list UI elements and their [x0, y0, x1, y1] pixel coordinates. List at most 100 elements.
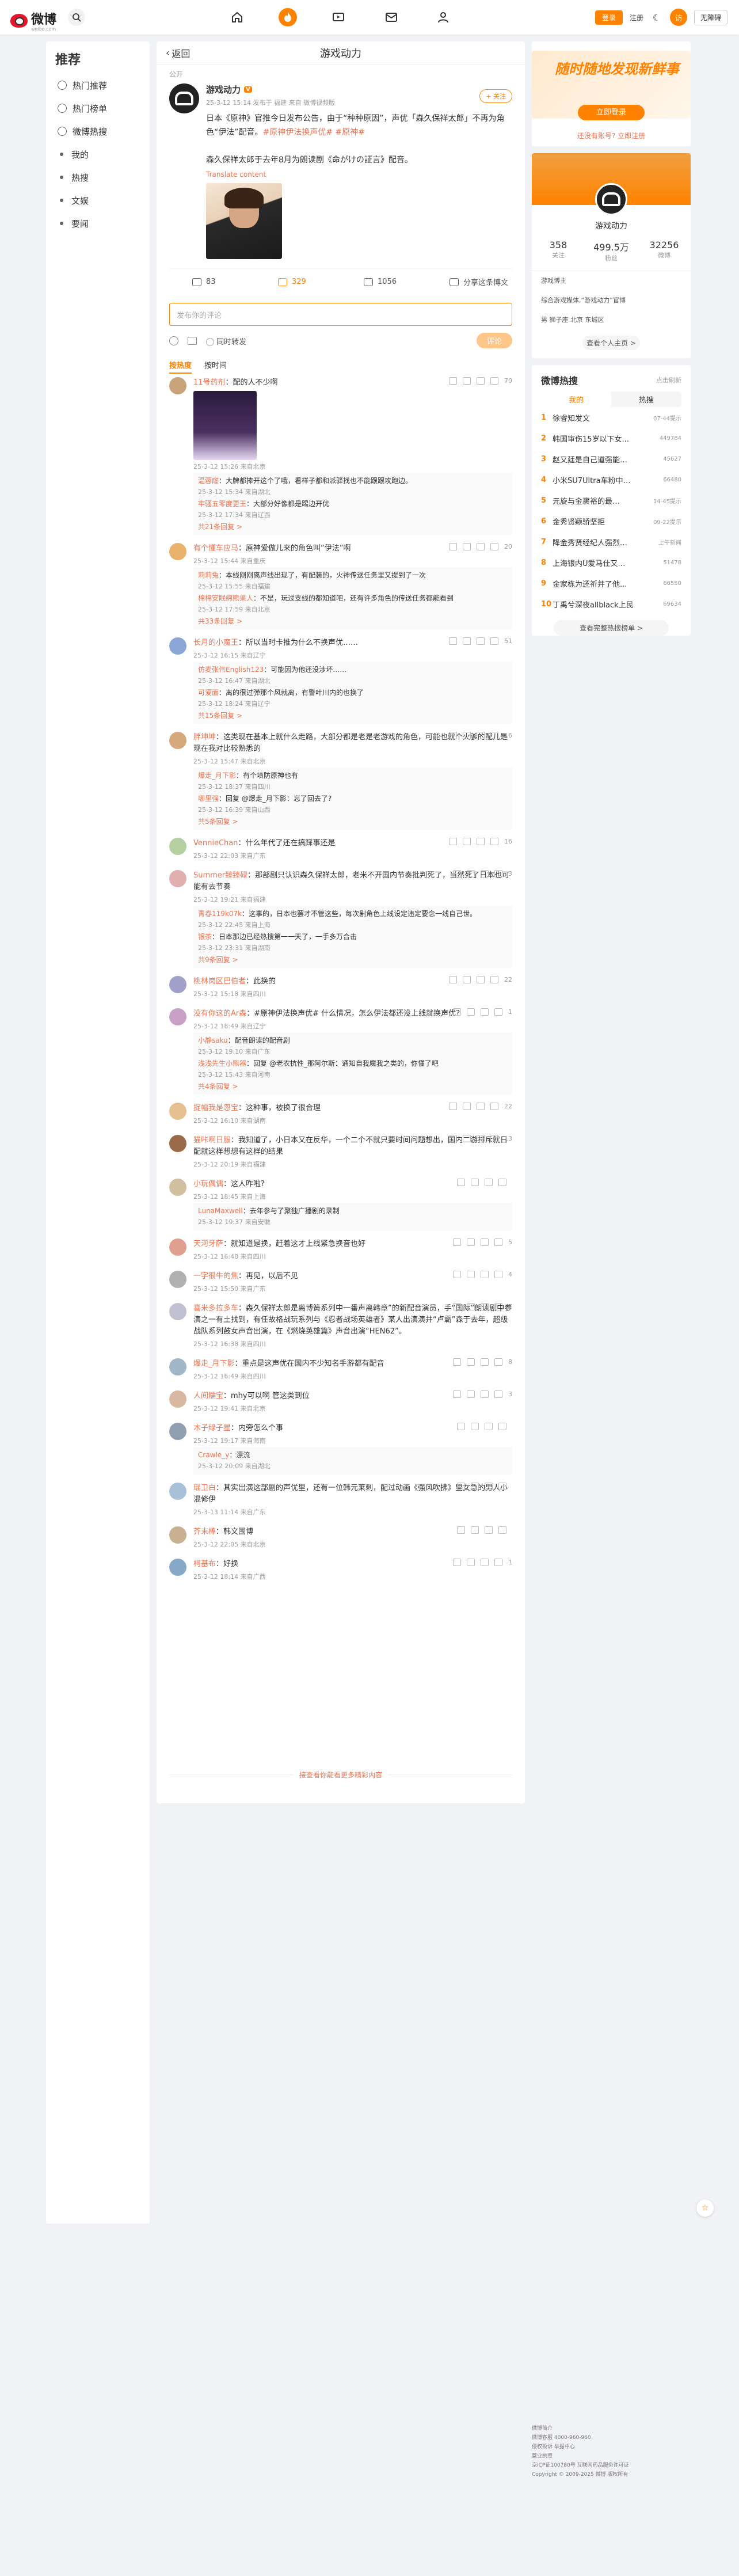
- footer-line[interactable]: 侵权投诉 举报中心: [532, 2442, 693, 2452]
- post-hashtags[interactable]: #原神伊法换声优# #原神#: [263, 128, 365, 137]
- comment-icon[interactable]: [485, 1179, 493, 1186]
- comment-author[interactable]: 小玩偶偶: [193, 1180, 223, 1188]
- report-icon[interactable]: [453, 1303, 461, 1310]
- comment-author[interactable]: 柯基布: [193, 1560, 216, 1568]
- reply-author[interactable]: Crawle_y: [198, 1451, 229, 1459]
- image-icon[interactable]: [188, 337, 197, 345]
- comment-icon[interactable]: [477, 543, 485, 550]
- comment-avatar[interactable]: [169, 543, 186, 560]
- thumbs-up-icon[interactable]: [498, 1423, 506, 1430]
- report-icon[interactable]: [449, 543, 457, 550]
- comment-icon[interactable]: [477, 1103, 485, 1110]
- emoji-icon[interactable]: [169, 336, 178, 345]
- forward-icon[interactable]: [467, 1358, 475, 1366]
- comment-avatar[interactable]: [169, 1103, 186, 1120]
- comment-icon[interactable]: [481, 1559, 489, 1566]
- login-now-button[interactable]: 立即登录: [577, 105, 645, 120]
- nav-hot[interactable]: [279, 8, 297, 26]
- sidebar-item-hot-list[interactable]: 热门榜单: [46, 97, 150, 120]
- thumbs-up-icon[interactable]: [494, 1358, 502, 1366]
- report-icon[interactable]: [449, 1103, 457, 1110]
- hot-search-item[interactable]: 8 上海银内U爱马仕又… 51478: [532, 552, 691, 573]
- comment-author[interactable]: 捉幅我是忽宝: [193, 1104, 238, 1112]
- stat-following[interactable]: 358 关注: [532, 240, 585, 263]
- comment-avatar[interactable]: [169, 732, 186, 749]
- tab-sort-time[interactable]: 按时间: [204, 359, 227, 374]
- thumbs-up-icon[interactable]: [490, 838, 498, 845]
- comment-icon[interactable]: [485, 1483, 493, 1490]
- like-button[interactable]: 1056: [341, 278, 426, 286]
- thumbs-up-icon[interactable]: [490, 1135, 498, 1142]
- forward-icon[interactable]: [463, 1103, 471, 1110]
- thumbs-up-icon[interactable]: [490, 377, 498, 385]
- thumbs-up-icon[interactable]: [494, 1390, 502, 1398]
- tab-mine[interactable]: 我的: [541, 392, 611, 407]
- register-prompt[interactable]: 还没有账号? 立即注册: [532, 131, 691, 140]
- post-author-name[interactable]: 游戏动力: [206, 83, 241, 96]
- forward-icon[interactable]: [463, 637, 471, 645]
- more-replies-link[interactable]: 共9条回复 >: [198, 954, 508, 966]
- report-icon[interactable]: [457, 1483, 465, 1490]
- tab-hot-search[interactable]: 热搜: [611, 392, 681, 407]
- comment-author[interactable]: 瑶卫白: [193, 1484, 216, 1492]
- forward-icon[interactable]: [463, 976, 471, 983]
- forward-icon[interactable]: [467, 1303, 475, 1310]
- thumbs-up-icon[interactable]: [494, 1271, 502, 1278]
- reply-author[interactable]: 青春119k07k: [198, 910, 242, 918]
- translate-link[interactable]: Translate content: [206, 170, 512, 178]
- comment-avatar[interactable]: [169, 1135, 186, 1152]
- comment-icon[interactable]: [481, 1358, 489, 1366]
- reply-author[interactable]: 爆走_月下影: [198, 772, 236, 780]
- hot-search-item[interactable]: 6 金秀贤颖骄坚拒 09-22提示: [532, 511, 691, 531]
- comment-avatar[interactable]: [169, 1008, 186, 1025]
- nav-home[interactable]: [228, 8, 246, 26]
- comment-icon[interactable]: [477, 377, 485, 385]
- comment-author[interactable]: 猫咔啊日服: [193, 1136, 231, 1145]
- comment-author[interactable]: 爆走_月下影: [193, 1359, 235, 1368]
- more-replies-link[interactable]: 共33条回复 >: [198, 615, 508, 627]
- thumbs-up-icon[interactable]: [498, 1526, 506, 1534]
- comment-icon[interactable]: [481, 1271, 489, 1278]
- comment-avatar[interactable]: [169, 377, 186, 394]
- avatar[interactable]: 访: [669, 9, 687, 26]
- comment-avatar[interactable]: [169, 976, 186, 993]
- comment-author[interactable]: 没有你这的Ar森: [193, 1009, 246, 1018]
- comment-avatar[interactable]: [169, 1271, 186, 1288]
- comment-author[interactable]: 长月的小魔王: [193, 639, 238, 647]
- tab-sort-hot[interactable]: 按热度: [169, 359, 192, 374]
- register-link[interactable]: 注册: [630, 13, 643, 22]
- forward-icon[interactable]: [471, 1483, 479, 1490]
- report-icon[interactable]: [453, 1238, 461, 1246]
- more-replies-link[interactable]: 共21条回复 >: [198, 521, 508, 533]
- forward-icon[interactable]: [463, 732, 471, 739]
- reply-author[interactable]: 小静saku: [198, 1036, 228, 1044]
- comment-author[interactable]: 芥末棒: [193, 1528, 216, 1536]
- nav-profile[interactable]: [434, 8, 452, 26]
- report-icon[interactable]: [457, 1179, 465, 1186]
- comment-author[interactable]: 木子绿子星: [193, 1424, 231, 1433]
- comment-avatar[interactable]: [169, 1303, 186, 1320]
- comment-icon[interactable]: [485, 1526, 493, 1534]
- forward-icon[interactable]: [467, 1559, 475, 1566]
- comment-icon[interactable]: [481, 1238, 489, 1246]
- forward-icon[interactable]: [471, 1179, 479, 1186]
- login-button[interactable]: 登录: [595, 10, 623, 25]
- view-full-hot-search[interactable]: 查看完整热搜榜单 >: [554, 620, 669, 636]
- hot-search-item[interactable]: 7 降金秀贤经纪人强烈… 上午新闻: [532, 531, 691, 552]
- forward-icon[interactable]: [471, 1526, 479, 1534]
- comment-button[interactable]: 329: [255, 278, 341, 286]
- comment-author[interactable]: 桃林岗区巴伯者: [193, 977, 246, 986]
- profile-avatar[interactable]: [595, 183, 627, 215]
- comment-icon[interactable]: [477, 637, 485, 645]
- report-icon[interactable]: [449, 732, 457, 739]
- forward-icon[interactable]: [463, 1135, 471, 1142]
- sidebar-item-entertainment[interactable]: 文娱: [46, 189, 150, 212]
- follow-button[interactable]: + 关注: [479, 89, 512, 103]
- hot-search-item[interactable]: 10 丁禹兮深夜allblack上民 69634: [532, 594, 691, 614]
- comment-avatar[interactable]: [169, 1390, 186, 1408]
- comment-author[interactable]: 喜米多拉多车: [193, 1304, 238, 1313]
- forward-icon[interactable]: [463, 838, 471, 845]
- reply-author[interactable]: 可爱面: [198, 689, 219, 697]
- comment-icon[interactable]: [481, 1390, 489, 1398]
- thumbs-up-icon[interactable]: [494, 1303, 502, 1310]
